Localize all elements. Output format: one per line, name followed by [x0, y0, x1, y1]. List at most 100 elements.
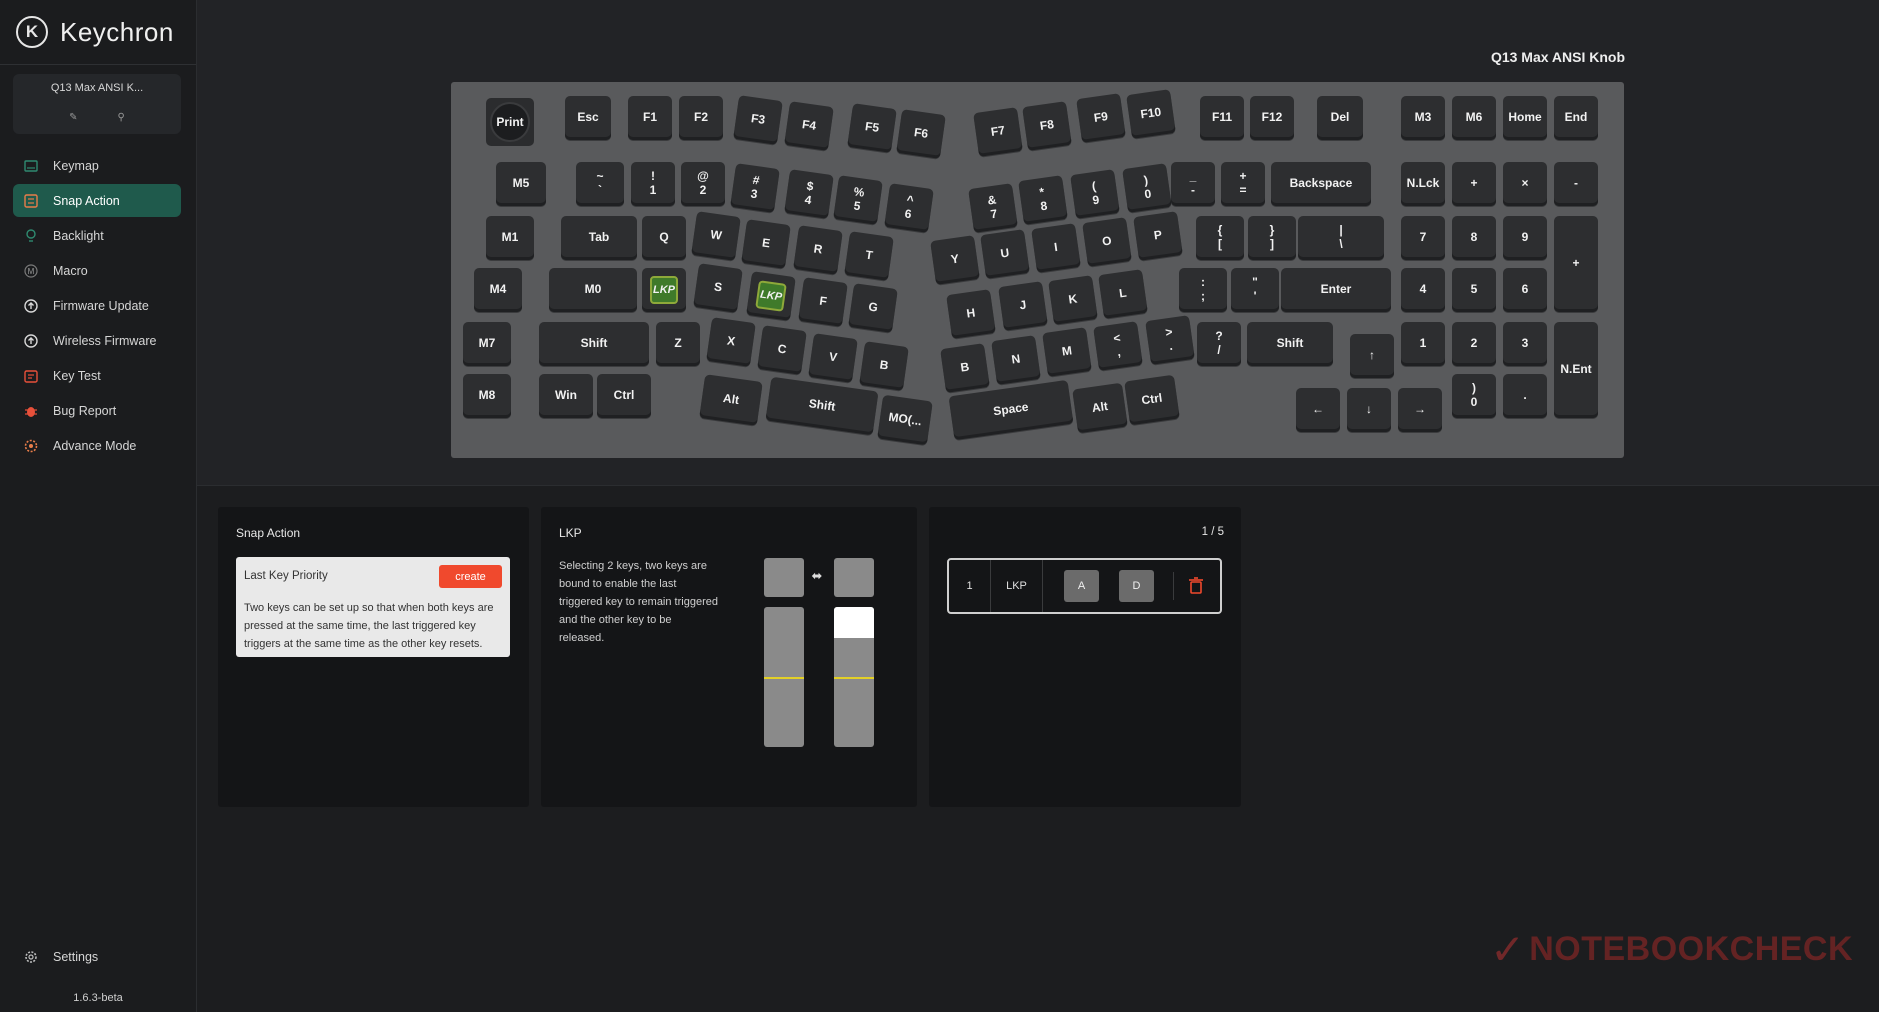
key[interactable]: N.Ent: [1554, 322, 1598, 418]
key[interactable]: U: [980, 229, 1030, 279]
key[interactable]: F10: [1126, 89, 1176, 139]
delete-icon[interactable]: [1187, 576, 1205, 596]
key[interactable]: M6: [1452, 96, 1496, 140]
key[interactable]: N: [991, 335, 1041, 385]
key[interactable]: F: [798, 277, 848, 327]
key[interactable]: 1: [1401, 322, 1445, 366]
key[interactable]: :;: [1179, 268, 1227, 312]
key[interactable]: #3: [730, 163, 780, 213]
key[interactable]: LKP: [642, 268, 686, 312]
key[interactable]: +: [1554, 216, 1598, 312]
lkp-key-slot-2[interactable]: [834, 558, 874, 597]
key[interactable]: B: [859, 341, 909, 391]
key[interactable]: Esc: [565, 96, 611, 140]
key[interactable]: C: [757, 325, 807, 375]
key[interactable]: Shift: [765, 376, 879, 436]
lkp-key-slot-1[interactable]: [764, 558, 804, 597]
key[interactable]: Tab: [561, 216, 637, 260]
key[interactable]: >.: [1145, 315, 1195, 365]
swap-icon[interactable]: ⬌: [809, 568, 825, 584]
key[interactable]: + =: [1221, 162, 1265, 206]
key[interactable]: I: [1031, 223, 1081, 273]
entry-key-b[interactable]: D: [1119, 570, 1154, 602]
link-icon[interactable]: ⚲: [118, 112, 125, 123]
key[interactable]: <,: [1093, 321, 1143, 371]
key[interactable]: " ': [1231, 268, 1279, 312]
device-card[interactable]: Q13 Max ANSI K... ✎ ⚲: [13, 74, 181, 134]
key[interactable]: F7: [973, 107, 1023, 157]
key[interactable]: ×: [1503, 162, 1547, 206]
travel-bar-left[interactable]: [764, 607, 804, 747]
key[interactable]: & 7: [968, 183, 1018, 233]
key[interactable]: ↑: [1350, 334, 1394, 378]
key[interactable]: 8: [1452, 216, 1496, 260]
key[interactable]: 9: [1503, 216, 1547, 260]
key[interactable]: M7: [463, 322, 511, 366]
sidebar-item-keymap[interactable]: Keymap: [13, 149, 181, 182]
key[interactable]: Alt: [1072, 382, 1128, 434]
sidebar-item-wireless-firmware[interactable]: Wireless Firmware: [13, 324, 181, 357]
key[interactable]: ↓: [1347, 388, 1391, 432]
key[interactable]: F12: [1250, 96, 1294, 140]
key[interactable]: M8: [463, 374, 511, 418]
key[interactable]: N.Lck: [1401, 162, 1445, 206]
key[interactable]: W: [691, 211, 741, 261]
key[interactable]: % 5: [833, 175, 883, 225]
key[interactable]: M3: [1401, 96, 1445, 140]
key[interactable]: ←: [1296, 388, 1340, 432]
key[interactable]: F4: [784, 101, 834, 151]
key[interactable]: K: [1048, 275, 1098, 325]
sidebar-item-firmware-update[interactable]: Firmware Update: [13, 289, 181, 322]
key[interactable]: Y: [930, 235, 980, 285]
key[interactable]: $4: [784, 169, 834, 219]
key[interactable]: Z: [656, 322, 700, 366]
key[interactable]: F9: [1076, 93, 1126, 143]
key[interactable]: F8: [1022, 101, 1072, 151]
knob-key[interactable]: Print: [486, 98, 534, 146]
key[interactable]: ~ `: [576, 162, 624, 206]
key[interactable]: Shift: [539, 322, 649, 366]
key[interactable]: Backspace: [1271, 162, 1371, 206]
key[interactable]: F5: [847, 103, 897, 153]
key[interactable]: LKP: [746, 271, 796, 321]
key[interactable]: T: [844, 231, 894, 281]
key[interactable]: V: [808, 333, 858, 383]
key[interactable]: Del: [1317, 96, 1363, 140]
key[interactable]: 2: [1452, 322, 1496, 366]
key[interactable]: H: [946, 289, 996, 339]
key[interactable]: Q: [642, 216, 686, 260]
key[interactable]: F1: [628, 96, 672, 140]
key[interactable]: Alt: [699, 374, 763, 426]
key[interactable]: MO(...: [877, 394, 933, 446]
key[interactable]: 5: [1452, 268, 1496, 312]
key[interactable]: 7: [1401, 216, 1445, 260]
key[interactable]: Win: [539, 374, 593, 418]
key[interactable]: F2: [679, 96, 723, 140]
key[interactable]: 6: [1503, 268, 1547, 312]
settings-button[interactable]: Settings: [23, 949, 98, 965]
key[interactable]: F11: [1200, 96, 1244, 140]
sidebar-item-snap-action[interactable]: Snap Action: [13, 184, 181, 217]
key[interactable]: M1: [486, 216, 534, 260]
key[interactable]: R: [793, 225, 843, 275]
key[interactable]: (9: [1070, 169, 1120, 219]
create-button[interactable]: create: [439, 565, 502, 588]
key[interactable]: +: [1452, 162, 1496, 206]
key[interactable]: ! 1: [631, 162, 675, 206]
key[interactable]: .: [1503, 374, 1547, 418]
key[interactable]: ) 0: [1122, 163, 1172, 213]
key[interactable]: End: [1554, 96, 1598, 140]
key[interactable]: @2: [681, 162, 725, 206]
key[interactable]: -: [1554, 162, 1598, 206]
lkp-entry[interactable]: 1 LKP A D: [947, 558, 1222, 614]
sidebar-item-advance-mode[interactable]: Advance Mode: [13, 429, 181, 462]
travel-bar-right[interactable]: [834, 607, 874, 747]
sidebar-item-macro[interactable]: M Macro: [13, 254, 181, 287]
key[interactable]: Enter: [1281, 268, 1391, 312]
key[interactable]: 3: [1503, 322, 1547, 366]
key[interactable]: Shift: [1247, 322, 1333, 366]
key[interactable]: S: [693, 263, 743, 313]
key[interactable]: M5: [496, 162, 546, 206]
key[interactable]: Home: [1503, 96, 1547, 140]
key[interactable]: J: [998, 281, 1048, 331]
